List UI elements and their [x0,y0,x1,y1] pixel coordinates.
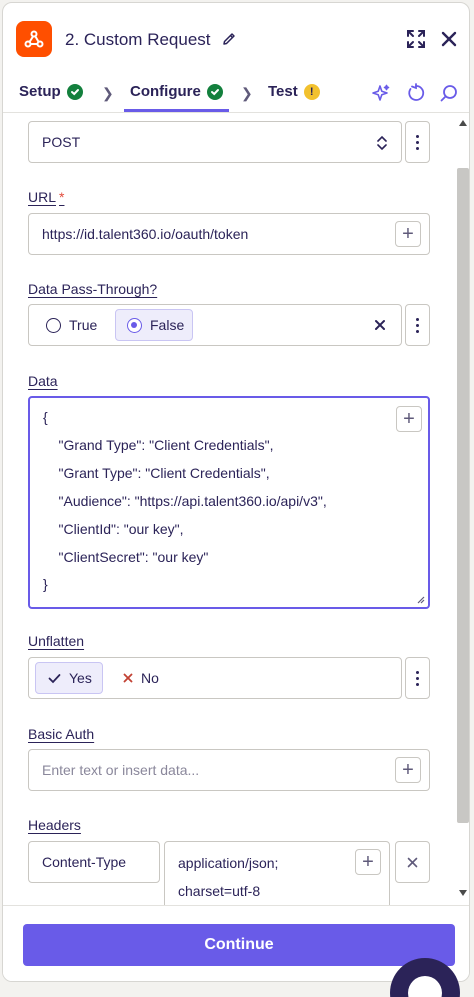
refresh-icon[interactable] [406,83,426,103]
select-arrows-icon [377,135,387,151]
close-icon[interactable] [439,29,459,49]
continue-button[interactable]: Continue [23,924,455,966]
warning-icon: ! [303,83,320,100]
code-line: "Grant Type": "Client Credentials", [43,465,270,481]
code-line: { [43,409,48,425]
form-content: POST URL * https://id.talent360.io/oauth/… [3,113,457,905]
scrollbar-thumb[interactable] [457,168,469,823]
insert-data-button[interactable]: + [396,406,422,432]
clear-icon[interactable] [374,319,386,331]
tab-label: Test [268,83,298,100]
x-icon [123,673,133,683]
close-icon [407,857,418,867]
url-value: https://id.talent360.io/oauth/token [42,226,249,242]
passthrough-options-button[interactable] [405,304,430,346]
basic-auth-label: Basic Auth [28,726,95,742]
webhook-icon [16,21,52,57]
tab-test[interactable]: Test ! [268,83,320,100]
unflatten-label: Unflatten [28,633,85,649]
radio-circle-icon [46,317,61,333]
code-line: "ClientId": "our key", [43,521,184,537]
check-circle-icon [206,83,223,100]
method-options-button[interactable] [405,121,430,163]
option-no[interactable]: No [123,670,159,686]
scroll-down-icon[interactable] [458,889,468,897]
ai-sparkle-icon[interactable] [371,83,391,103]
passthrough-label: Data Pass-Through? [28,281,158,297]
required-marker: * [59,189,65,205]
basic-auth-placeholder: Enter text or insert data... [42,762,200,778]
step-tabs: Setup ❯ Configure ❯ Test ! [3,71,469,113]
insert-data-button[interactable]: + [395,757,421,783]
url-input[interactable]: https://id.talent360.io/oauth/token [28,213,430,255]
expand-icon[interactable] [406,29,426,49]
headers-label: Headers [28,817,81,833]
insert-data-button[interactable]: + [395,221,421,247]
search-icon[interactable] [439,83,459,103]
check-icon [48,673,61,683]
tab-label: Setup [19,83,61,100]
tab-label: Configure [130,83,201,100]
radio-false[interactable]: False [127,317,184,333]
url-label: URL * [28,189,65,205]
tab-configure[interactable]: Configure [124,83,229,112]
basic-auth-input[interactable]: Enter text or insert data... [28,749,430,791]
code-line: "Audience": "https://api.talent360.io/ap… [43,493,327,509]
code-line: } [43,576,48,592]
header-key-input[interactable]: Content-Type [28,841,160,883]
step-editor-panel: 2. Custom Request Setup ❯ Configure ❯ Te… [2,2,470,982]
scroll-up-icon[interactable] [458,119,468,127]
code-line: "Grand Type": "Client Credentials", [43,437,274,453]
panel-header: 2. Custom Request [3,3,469,71]
insert-data-button[interactable]: + [355,849,381,875]
method-select[interactable]: POST [28,121,402,163]
method-value: POST [42,134,81,150]
option-yes[interactable]: Yes [48,670,92,686]
radio-true[interactable]: True [46,317,97,333]
code-line: "ClientSecret": "our key" [43,549,209,565]
step-title: 2. Custom Request [65,30,211,49]
remove-header-button[interactable] [395,841,430,883]
data-label: Data [28,373,58,389]
chevron-right-icon: ❯ [102,85,114,101]
resize-handle-icon[interactable] [415,594,425,604]
data-textarea[interactable]: { "Grand Type": "Client Credentials", "G… [28,396,430,609]
tab-setup[interactable]: Setup [19,83,83,100]
check-circle-icon [66,83,83,100]
unflatten-options-button[interactable] [405,657,430,699]
radio-selected-icon [127,317,142,333]
pencil-icon[interactable] [221,31,237,47]
chevron-right-icon: ❯ [241,85,253,101]
